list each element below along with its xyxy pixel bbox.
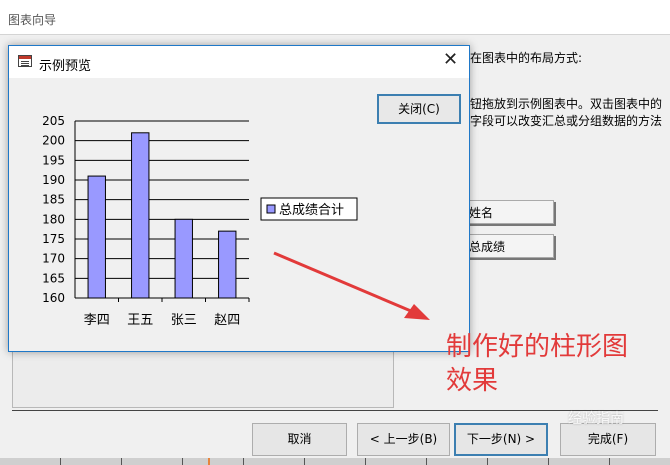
wizard-instruction-1: 在图表中的布局方式: — [470, 51, 583, 65]
field-button-score[interactable]: 总成绩 — [462, 234, 554, 258]
form-icon — [18, 55, 32, 67]
y-tick-label: 160 — [42, 291, 65, 305]
background-strip — [0, 458, 670, 465]
cancel-button[interactable]: 取消 — [252, 423, 347, 456]
dialog-titlebar: 示例预览 ✕ — [9, 46, 469, 78]
watermark: 经验指南 — [568, 411, 624, 427]
bar-chart: 205 200 195 190 185 180 175 170 165 160 李四 王五 张三 赵四 总成… — [42, 114, 358, 328]
annotation-line-1: 制作好的柱形图 — [446, 332, 629, 362]
wizard-title: 图表向导 — [8, 13, 57, 27]
wizard-instruction-3: 字段可以改变汇总或分组数据的方法 — [470, 114, 663, 128]
prev-button[interactable]: < 上一步(B) — [357, 423, 450, 456]
y-tick-label: 170 — [42, 252, 65, 266]
x-tick-label: 赵四 — [214, 313, 240, 328]
x-tick-label: 王五 — [127, 313, 153, 328]
field-button-name[interactable]: 姓名 — [462, 200, 554, 224]
y-tick-label: 205 — [42, 114, 65, 128]
annotation-line-2: 效果 — [446, 366, 499, 396]
y-tick-label: 165 — [42, 271, 65, 285]
wizard-divider — [12, 410, 658, 411]
y-tick-label: 185 — [42, 193, 65, 207]
next-button[interactable]: 下一步(N) > — [454, 423, 548, 456]
bar — [218, 230, 237, 299]
background-mark — [208, 458, 210, 465]
dialog-title: 示例预览 — [39, 59, 92, 74]
legend-label: 总成绩合计 — [279, 203, 344, 218]
y-tick-label: 195 — [42, 153, 65, 167]
close-button[interactable]: 关闭(C) — [377, 94, 461, 124]
y-tick-label: 175 — [42, 232, 65, 246]
bar — [174, 218, 193, 299]
x-tick-label: 张三 — [171, 313, 197, 328]
y-tick-label: 190 — [42, 173, 65, 187]
annotation-text: 制作好的柱形图 效果 — [446, 330, 666, 398]
wizard-instruction-2: 钮拖放到示例图表中。双击图表中的 — [470, 97, 663, 111]
legend-swatch — [266, 204, 276, 214]
bar — [87, 175, 106, 299]
x-tick-label: 李四 — [84, 313, 110, 328]
preview-dialog: 示例预览 ✕ 关闭(C) 205 200 195 190 185 180 175 170 165… — [8, 45, 470, 352]
wizard-titlebar: 图表向导 — [0, 0, 670, 35]
close-icon[interactable]: ✕ — [443, 50, 458, 70]
y-tick-label: 200 — [42, 134, 65, 148]
y-tick-label: 180 — [42, 212, 65, 226]
bar — [131, 132, 150, 299]
